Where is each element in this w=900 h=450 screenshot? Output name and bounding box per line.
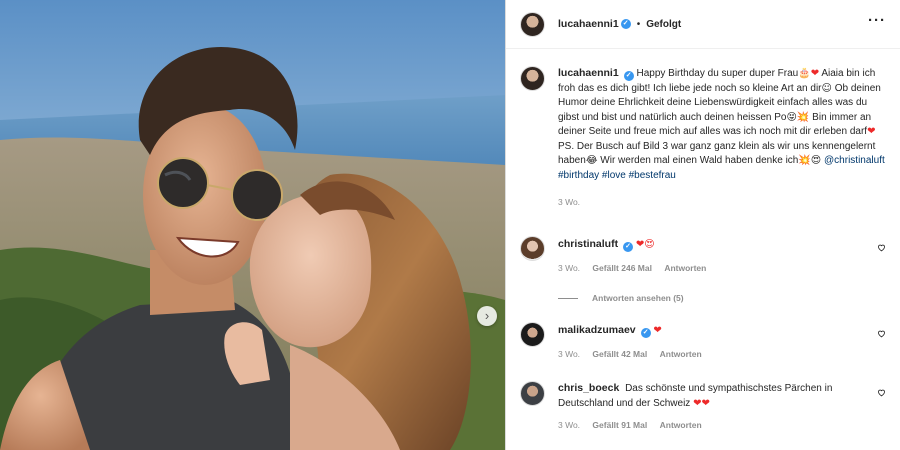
laugh-emoji: 😂 [585, 155, 598, 166]
view-replies-button[interactable]: Antworten ansehen (5) [558, 293, 684, 303]
comment-time[interactable]: 3 Wo. [558, 349, 580, 359]
verified-badge-icon: ✓ [620, 19, 631, 29]
comment-likes[interactable]: Gefällt 246 Mal [592, 263, 652, 273]
like-heart-icon[interactable] [877, 243, 886, 252]
view-replies-label: Antworten ansehen (5) [592, 293, 684, 303]
comment-item: christinaluft ✓ ❤😍 3 Wo. Gefällt 246 Mal … [520, 236, 886, 273]
commenter-avatar[interactable] [520, 381, 545, 406]
comment-meta: 3 Wo. Gefällt 246 Mal Antworten [558, 263, 886, 273]
commenter-username[interactable]: malikadzumaev [558, 324, 636, 336]
comment-emoji: ❤ [653, 325, 662, 336]
wink-boom-emoji: 😝💥 [786, 111, 810, 123]
like-heart-icon[interactable] [877, 329, 886, 338]
mention-link[interactable]: @christinaluft [824, 155, 885, 166]
heart-emoji: ❤ [867, 126, 876, 137]
caption-avatar[interactable] [520, 66, 545, 91]
post-side-panel: lucahaenni1 ✓ • Gefolgt ··· lucahaenni1 ✓… [505, 0, 900, 450]
caption-line-1: Happy Birthday du super duper Frau [636, 68, 799, 79]
verified-badge-icon: ✓ [623, 71, 634, 81]
author-username[interactable]: lucahaenni1 [558, 18, 619, 30]
separator-dot: • [636, 18, 641, 30]
comment-meta: 3 Wo. Gefällt 42 Mal Antworten [558, 349, 886, 359]
caption-username[interactable]: lucahaenni1 [558, 67, 619, 79]
comment-emoji: ❤❤ [693, 397, 710, 409]
comment-time[interactable]: 3 Wo. [558, 420, 580, 430]
couple-selfie-image [0, 0, 505, 450]
boom-heart-eyes-emoji: 💥😍 [798, 155, 822, 166]
caption-line-6: Wir werden mal einen Wald haben denke ic… [600, 155, 799, 166]
verified-badge-icon: ✓ [640, 328, 651, 338]
caption: lucahaenni1 ✓ Happy Birthday du super dup… [520, 66, 886, 207]
author-avatar[interactable] [520, 11, 545, 37]
reply-button[interactable]: Antworten [660, 420, 702, 430]
post-header: lucahaenni1 ✓ • Gefolgt ··· [506, 0, 900, 49]
commenter-username[interactable]: christinaluft [558, 238, 618, 250]
caption-time[interactable]: 3 Wo. [558, 197, 580, 207]
commenter-avatar[interactable] [520, 322, 545, 347]
like-heart-icon[interactable] [877, 388, 886, 397]
comment-likes[interactable]: Gefällt 91 Mal [592, 420, 647, 430]
comment-item: malikadzumaev ✓ ❤ 3 Wo. Gefällt 42 Mal An… [520, 322, 886, 359]
more-options-icon[interactable]: ··· [868, 13, 886, 28]
commenter-username[interactable]: chris_boeck [558, 382, 619, 394]
caption-meta: 3 Wo. [558, 197, 886, 207]
replies-divider-line [558, 297, 578, 299]
comment-text: chris_boeck Das schönste und sympathisch… [558, 381, 870, 411]
comment-meta: 3 Wo. Gefällt 91 Mal Antworten [558, 420, 886, 430]
cake-heart-emoji: 🎂❤ [798, 68, 820, 79]
comment-likes[interactable]: Gefällt 42 Mal [592, 349, 647, 359]
reply-button[interactable]: Antworten [664, 263, 706, 273]
post-photo[interactable]: › [0, 0, 505, 450]
chevron-right-icon: › [484, 308, 490, 323]
hashtags-link[interactable]: #birthday #love #bestefrau [558, 169, 886, 184]
comment-item: chris_boeck Das schönste und sympathisch… [520, 381, 886, 430]
reply-button[interactable]: Antworten [660, 349, 702, 359]
caption-text: lucahaenni1 ✓ Happy Birthday du super dup… [558, 66, 886, 183]
follow-status-button[interactable]: Gefolgt [646, 19, 681, 30]
smile-emoji: ☺ [821, 82, 832, 94]
commenter-avatar[interactable] [520, 236, 545, 261]
comment-text: malikadzumaev ✓ ❤ [558, 322, 886, 339]
comment-emoji: ❤😍 [635, 239, 655, 250]
verified-badge-icon: ✓ [623, 242, 634, 252]
comment-time[interactable]: 3 Wo. [558, 263, 580, 273]
next-image-button[interactable]: › [477, 306, 497, 326]
instagram-post: › lucahaenni1 ✓ • Gefolgt ··· lucahaenni… [0, 0, 900, 450]
comment-text: christinaluft ✓ ❤😍 [558, 236, 886, 253]
